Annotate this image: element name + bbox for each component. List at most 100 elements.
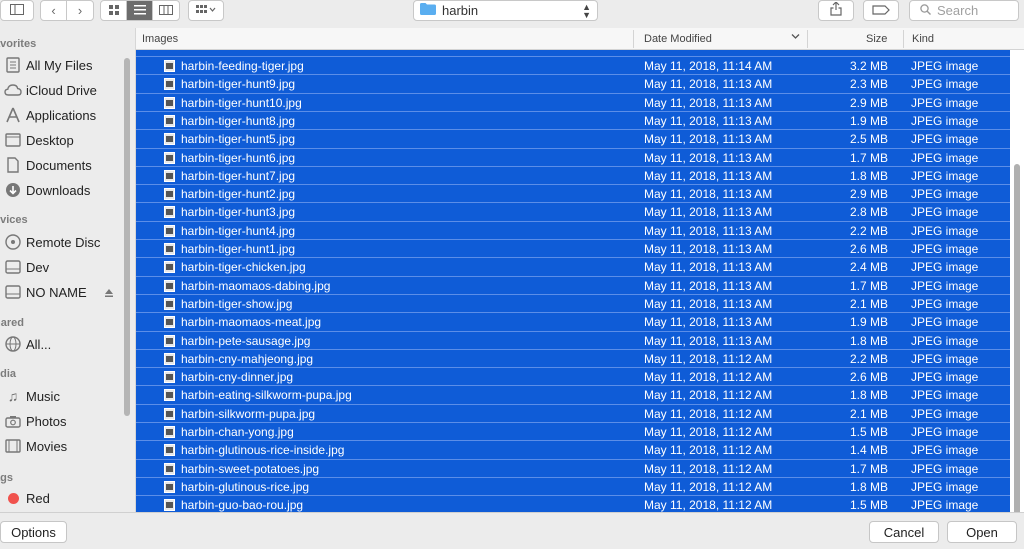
file-size: 2.4 MB (849, 260, 888, 275)
sidebar-toggle-button[interactable] (0, 0, 34, 21)
file-row[interactable]: harbin-maomaos-dabing.jpg May 11, 2018, 1… (136, 275, 1010, 294)
column-view-button[interactable] (153, 1, 179, 20)
column-header-date[interactable]: Date Modified (644, 33, 712, 45)
file-date-modified: May 11, 2018, 11:13 AM (644, 242, 773, 256)
sidebar-header-shared: hared (0, 317, 24, 329)
file-date-modified: May 11, 2018, 11:14 AM (644, 59, 773, 73)
column-header-name[interactable]: Images (142, 33, 178, 45)
sidebar-item-photos[interactable]: Photos (4, 411, 66, 431)
column-header-kind[interactable]: Kind (912, 33, 934, 45)
file-row[interactable]: harbin-pete-sausage.jpg May 11, 2018, 11:… (136, 330, 1010, 349)
folder-icon (420, 3, 436, 18)
file-kind: JPEG image (911, 113, 979, 128)
sidebar-item-downloads[interactable]: Downloads (4, 180, 90, 200)
column-divider[interactable] (903, 30, 904, 48)
downloads-icon (4, 182, 22, 198)
column-header-size[interactable]: Size (866, 33, 887, 45)
options-button[interactable]: Options (0, 521, 67, 543)
sidebar-item-label: Applications (26, 107, 97, 123)
network-icon (4, 336, 22, 352)
file-kind: JPEG image (911, 406, 979, 421)
sidebar-item-documents[interactable]: Documents (4, 155, 92, 175)
file-row[interactable]: harbin-tiger-hunt8.jpg May 11, 2018, 11:1… (136, 110, 1010, 129)
file-row[interactable]: harbin-sweet-potatoes.jpg May 11, 2018, 1… (136, 458, 1010, 477)
file-size: 2.5 MB (849, 132, 888, 147)
sidebar-item-label: Movies (26, 438, 68, 454)
file-kind: JPEG image (911, 242, 979, 256)
column-divider[interactable] (807, 30, 808, 48)
file-row[interactable]: harbin-tiger-hunt6.jpg May 11, 2018, 11:1… (136, 147, 1010, 166)
image-thumbnail-icon (164, 462, 175, 475)
file-date-modified: May 11, 2018, 11:13 AM (644, 187, 773, 202)
file-row[interactable]: harbin-tiger-hunt5.jpg May 11, 2018, 11:1… (136, 129, 1010, 148)
sidebar-item-tag-red[interactable]: Red (4, 488, 50, 508)
share-button[interactable] (818, 0, 854, 21)
file-kind: JPEG image (911, 479, 979, 494)
sidebar-item-desktop[interactable]: Desktop (4, 130, 74, 150)
all-files-icon (4, 57, 22, 73)
file-row[interactable]: harbin-tiger-hunt3.jpg May 11, 2018, 11:1… (136, 202, 1010, 221)
file-row[interactable]: harbin-tiger-hunt7.jpg May 11, 2018, 11:1… (136, 165, 1010, 184)
sidebar-item-all-my-files[interactable]: All My Files (4, 55, 92, 75)
file-row[interactable]: harbin-tiger-chicken.jpg May 11, 2018, 11… (136, 257, 1010, 276)
file-row[interactable]: harbin-tiger-hunt1.jpg May 11, 2018, 11:1… (136, 239, 1010, 257)
file-size: 2.2 MB (849, 223, 888, 238)
file-row[interactable]: harbin-tiger-hunt9.jpg May 11, 2018, 11:1… (136, 74, 1010, 93)
file-row[interactable]: harbin-tiger-show.jpg May 11, 2018, 11:13… (136, 293, 1010, 312)
image-thumbnail-icon (164, 133, 175, 146)
file-name: harbin-tiger-hunt4.jpg (181, 223, 296, 238)
file-kind: JPEG image (911, 351, 979, 366)
sidebar-item-movies[interactable]: Movies (4, 436, 67, 456)
file-row[interactable]: harbin-cny-dinner.jpg May 11, 2018, 11:12… (136, 367, 1010, 386)
sidebar-item-label: Desktop (26, 132, 74, 148)
cancel-button[interactable]: Cancel (869, 521, 939, 543)
file-kind: JPEG image (911, 278, 979, 293)
file-row[interactable]: harbin-glutinous-rice-inside.jpg May 11, … (136, 440, 1010, 459)
search-field[interactable]: Search (909, 0, 1019, 21)
column-divider[interactable] (633, 30, 634, 48)
list-view-button[interactable] (127, 1, 153, 20)
sidebar-item-music[interactable]: ♫ Music (4, 386, 60, 406)
file-row[interactable]: harbin-chan-yong.jpg May 11, 2018, 11:12 … (136, 422, 1010, 440)
sidebar-header-tags: ags (0, 472, 13, 484)
file-row[interactable]: harbin-glutinous-rice.jpg May 11, 2018, 1… (136, 476, 1010, 495)
arrange-button[interactable] (188, 0, 224, 21)
sidebar-scrollbar[interactable] (124, 58, 130, 416)
file-kind: JPEG image (911, 370, 979, 385)
sidebar-item-remote-disc[interactable]: Remote Disc (4, 232, 100, 252)
sidebar-item-dev[interactable]: Dev (4, 257, 49, 277)
list-scrollbar[interactable] (1014, 164, 1020, 536)
back-button[interactable]: ‹ (41, 1, 67, 20)
file-row[interactable]: harbin-maomaos-meat.jpg May 11, 2018, 11:… (136, 312, 1010, 331)
forward-button[interactable]: › (67, 1, 93, 20)
sidebar-item-applications[interactable]: Applications (4, 105, 96, 125)
eject-icon[interactable] (104, 286, 114, 301)
file-row[interactable]: harbin-silkworm-pupa.jpg May 11, 2018, 11… (136, 403, 1010, 422)
sidebar-icon (10, 3, 24, 18)
file-date-modified: May 11, 2018, 11:12 AM (644, 370, 773, 385)
file-name: harbin-glutinous-rice-inside.jpg (181, 443, 345, 458)
share-icon (830, 1, 842, 19)
file-row[interactable]: harbin-eating-silkworm-pupa.jpg May 11, 2… (136, 385, 1010, 404)
cloud-icon (4, 82, 22, 98)
sidebar-item-label: Remote Disc (26, 234, 101, 250)
sidebar-item-no-name[interactable]: NO NAME (4, 282, 87, 302)
file-size: 1.9 MB (849, 315, 888, 330)
sidebar-header-media: edia (0, 368, 17, 380)
image-thumbnail-icon (164, 371, 175, 384)
file-name: harbin-tiger-hunt7.jpg (181, 168, 296, 183)
folder-path-select[interactable]: harbin ▲ ▼ (413, 0, 598, 21)
file-row[interactable]: harbin-guo-bao-rou.jpg May 11, 2018, 11:1… (136, 495, 1010, 512)
tag-button[interactable] (863, 0, 899, 21)
file-name: harbin-cny-mahjeong.jpg (181, 351, 314, 366)
sidebar-item-shared-all[interactable]: All... (4, 334, 51, 354)
file-kind: JPEG image (911, 498, 979, 512)
file-row[interactable]: harbin-feeding-tiger.jpg May 11, 2018, 11… (136, 56, 1010, 74)
sidebar-item-icloud-drive[interactable]: iCloud Drive (4, 80, 97, 100)
file-row[interactable]: harbin-tiger-hunt10.jpg May 11, 2018, 11:… (136, 92, 1010, 111)
file-row[interactable]: harbin-tiger-hunt2.jpg May 11, 2018, 11:1… (136, 184, 1010, 203)
file-row[interactable]: harbin-tiger-hunt4.jpg May 11, 2018, 11:1… (136, 220, 1010, 239)
file-row[interactable]: harbin-cny-mahjeong.jpg May 11, 2018, 11:… (136, 348, 1010, 367)
icon-view-button[interactable] (101, 1, 127, 20)
open-button[interactable]: Open (947, 521, 1017, 543)
